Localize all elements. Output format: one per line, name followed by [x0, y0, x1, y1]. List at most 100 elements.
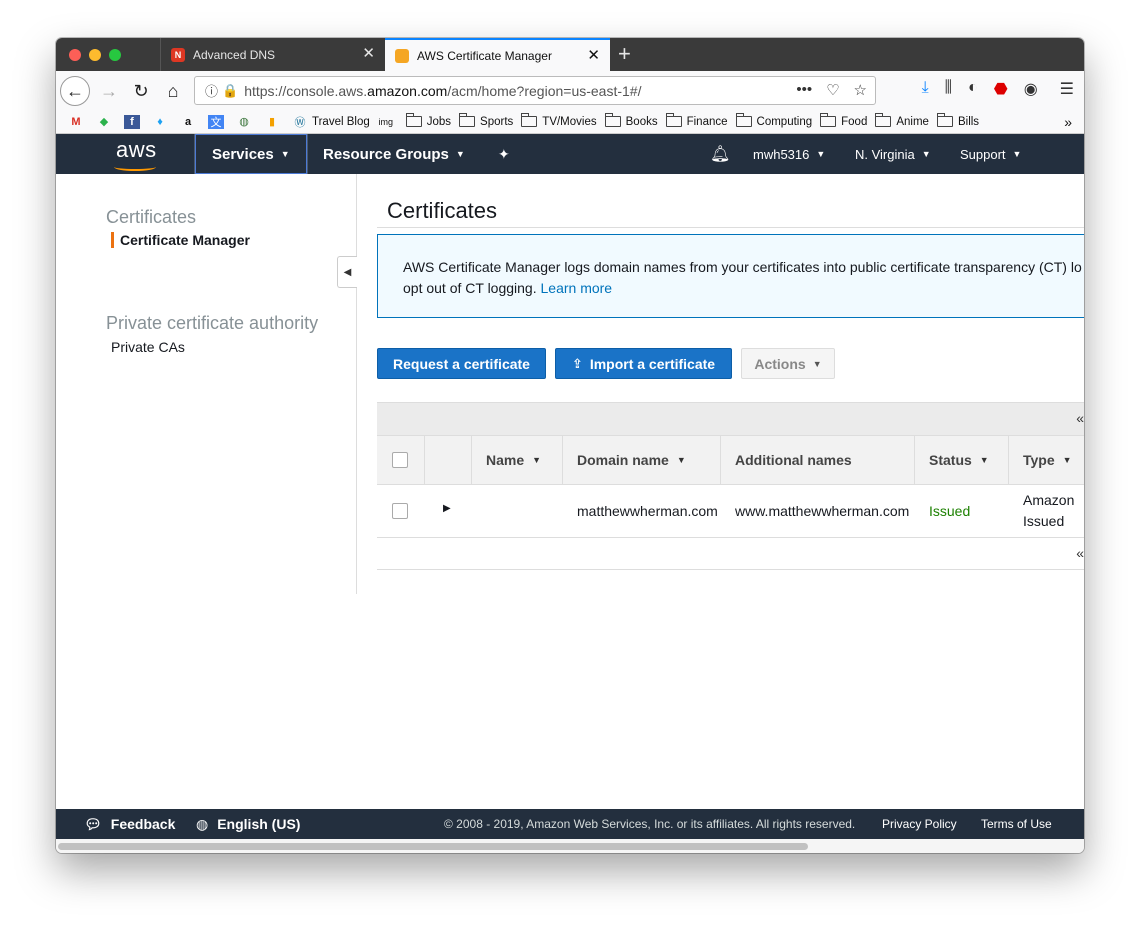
globe-icon[interactable]: ◍: [236, 115, 256, 129]
folder-icon: [820, 113, 837, 127]
horizontal-scrollbar[interactable]: [56, 839, 1084, 853]
collapse-sidebar-button[interactable]: ◀: [337, 256, 357, 288]
import-certificate-button[interactable]: ⇪ Import a certificate: [555, 348, 732, 379]
language-selector[interactable]: ◍ English (US): [196, 816, 300, 833]
region-menu[interactable]: N. Virginia ▼: [855, 134, 931, 174]
support-menu[interactable]: Support ▼: [960, 134, 1021, 174]
cell-type-line1: Amazon: [1023, 492, 1075, 508]
chevron-double-right-icon[interactable]: »: [1064, 114, 1072, 130]
analytics-icon[interactable]: ▮: [264, 115, 284, 129]
table-row[interactable]: ▶ matthewwherman.com www.matthewwherman.…: [377, 485, 1084, 538]
twitter-icon[interactable]: ♦: [152, 115, 172, 129]
url-path: /acm/home?region=us-east-1#/: [447, 82, 642, 99]
terms-of-use-link[interactable]: Terms of Use: [981, 817, 1052, 831]
row-checkbox[interactable]: [392, 503, 408, 519]
bookmark-jobs[interactable]: Jobs: [405, 113, 451, 128]
tab-title: AWS Certificate Manager: [417, 48, 552, 63]
bookmark-food[interactable]: Food: [820, 113, 867, 128]
table-toolbar: «: [377, 402, 1084, 435]
adblock-icon[interactable]: ⬣: [994, 79, 1008, 99]
feedback-button[interactable]: 💬︎ Feedback: [84, 816, 175, 833]
pin-icon[interactable]: ✦: [498, 134, 510, 174]
download-icon[interactable]: ⤓: [922, 79, 929, 99]
lock-icon[interactable]: 🔒: [222, 83, 238, 99]
learn-more-link[interactable]: Learn more: [541, 280, 613, 296]
tab-advanced-dns[interactable]: N Advanced DNS ✕: [160, 38, 385, 71]
minimize-window-button[interactable]: [89, 49, 101, 61]
bookmark-computing[interactable]: Computing: [735, 113, 812, 128]
expand-col: [424, 436, 471, 484]
bookmark-books[interactable]: Books: [604, 113, 658, 128]
more-actions-icon[interactable]: •••: [796, 81, 812, 99]
select-all-cell: [377, 436, 424, 484]
browser-window: N Advanced DNS ✕ AWS Certificate Manager…: [56, 38, 1084, 853]
library-icon[interactable]: ⫼: [945, 79, 952, 99]
url-bar[interactable]: ⓘ 🔒 https://console.aws. amazon.com/acm/h…: [194, 76, 876, 105]
privacy-policy-link[interactable]: Privacy Policy: [882, 817, 957, 831]
close-window-button[interactable]: [69, 49, 81, 61]
speech-bubble-icon: 💬︎: [84, 815, 102, 832]
account-icon[interactable]: ◉: [1024, 79, 1038, 99]
tab-aws-certificate-manager[interactable]: AWS Certificate Manager ✕: [385, 38, 610, 71]
menu-icon[interactable]: ☰: [1060, 79, 1074, 99]
aws-box-icon: [395, 48, 409, 63]
translate-icon[interactable]: 文: [208, 114, 228, 129]
nav-bar: ← → ↻ ⌂ ⓘ 🔒 https://console.aws. amazon.c…: [56, 71, 1084, 110]
bookmark-bills[interactable]: Bills: [936, 113, 979, 128]
forward-button[interactable]: →: [94, 76, 124, 106]
bookmark-travel-blog[interactable]: Ⓦ Travel Blog: [292, 115, 370, 129]
amazon-icon[interactable]: a: [180, 115, 200, 129]
tab-title: Advanced DNS: [193, 47, 276, 62]
sidebar-item-certificate-manager[interactable]: Certificate Manager: [111, 232, 250, 248]
bookmark-tv-movies[interactable]: TV/Movies: [521, 113, 597, 128]
chevron-down-icon: ▼: [816, 149, 826, 159]
bookmark-sports[interactable]: Sports: [459, 113, 513, 128]
cell-additional-names: www.matthewwherman.com: [735, 503, 910, 519]
col-additional-names[interactable]: Additional names: [720, 436, 914, 484]
info-icon[interactable]: ⓘ: [205, 81, 218, 100]
col-type[interactable]: Type ▼: [1008, 436, 1084, 484]
account-menu[interactable]: mwh5316 ▼: [753, 134, 825, 174]
close-icon[interactable]: ✕: [362, 46, 375, 61]
services-menu[interactable]: Services ▼: [194, 134, 308, 174]
status-badge: Issued: [929, 503, 971, 519]
sidebar-item-private-cas[interactable]: Private CAs: [111, 339, 185, 355]
aws-logo[interactable]: aws: [116, 137, 157, 163]
sort-icon: ▼: [676, 455, 686, 465]
reload-button[interactable]: ↻: [126, 76, 156, 106]
folder-icon: [735, 113, 752, 127]
col-status[interactable]: Status ▼: [914, 436, 1008, 484]
info-text: AWS Certificate Manager logs domain name…: [403, 259, 1082, 275]
bookmark-star-icon[interactable]: ☆: [854, 81, 867, 99]
chevron-down-icon: ▼: [280, 149, 290, 159]
copyright-text: © 2008 - 2019, Amazon Web Services, Inc.…: [444, 817, 856, 831]
feedly-icon[interactable]: ◆: [96, 115, 116, 129]
col-name[interactable]: Name ▼: [471, 436, 562, 484]
facebook-icon[interactable]: f: [124, 114, 144, 129]
pocket-icon[interactable]: ♡: [826, 81, 839, 99]
select-all-checkbox[interactable]: [392, 452, 408, 468]
home-button[interactable]: ⌂: [158, 76, 188, 106]
expand-row-icon[interactable]: ▶: [443, 503, 451, 514]
resource-groups-menu[interactable]: Resource Groups ▼: [323, 134, 465, 174]
request-certificate-button[interactable]: Request a certificate: [377, 348, 546, 379]
chevron-double-left-icon[interactable]: «: [1076, 545, 1084, 561]
reader-icon[interactable]: ◐: [968, 79, 978, 99]
chevron-double-left-icon[interactable]: «: [1076, 410, 1084, 426]
table-header: Name ▼ Domain name ▼ Additional names Stat…: [377, 435, 1084, 485]
maximize-window-button[interactable]: [109, 49, 121, 61]
sidebar-heading-private-ca: Private certificate authority: [106, 313, 319, 333]
imgur-icon[interactable]: img: [378, 115, 398, 129]
notifications-icon[interactable]: 🔔︎: [710, 134, 730, 174]
new-tab-button[interactable]: +: [618, 42, 631, 66]
aws-console-header: aws Services ▼ Resource Groups ▼ ✦ 🔔︎ mwh5…: [56, 134, 1084, 174]
close-icon[interactable]: ✕: [587, 48, 600, 63]
actions-dropdown[interactable]: Actions ▼: [741, 348, 835, 379]
gmail-icon[interactable]: M: [68, 115, 88, 129]
bookmark-finance[interactable]: Finance: [665, 113, 728, 128]
bookmark-anime[interactable]: Anime: [875, 113, 929, 128]
chevron-down-icon: ▼: [1012, 149, 1022, 159]
scrollbar-thumb[interactable]: [58, 843, 808, 850]
col-domain-name[interactable]: Domain name ▼: [562, 436, 720, 484]
back-button[interactable]: ←: [60, 76, 90, 106]
